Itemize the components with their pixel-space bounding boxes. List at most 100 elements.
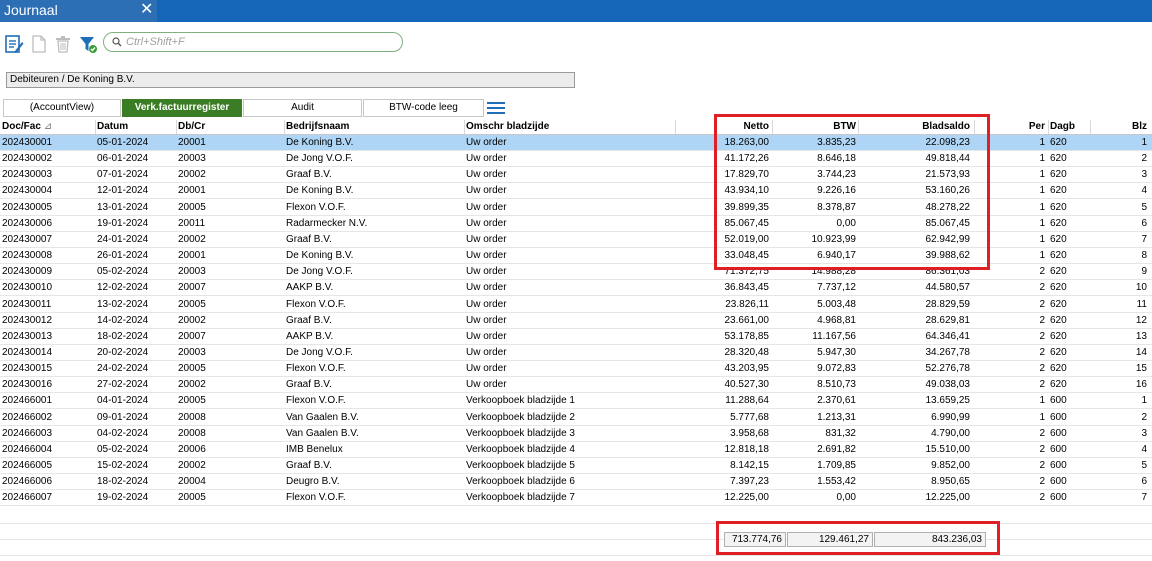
cell-blz: 4 xyxy=(1141,185,1147,197)
table-row[interactable]: 202466007 19-02-2024 20005 Flexon V.O.F. Ver… xyxy=(0,490,1152,507)
cell-blz: 6 xyxy=(1141,476,1147,488)
cell-per: 1 xyxy=(1039,217,1045,229)
search-box[interactable] xyxy=(103,32,403,52)
cell-doc: 202466002 xyxy=(2,411,53,423)
table-row[interactable]: 202466003 04-02-2024 20008 Van Gaalen B.V. V… xyxy=(0,426,1152,442)
cell-bladsaldo: 49.038,03 xyxy=(925,379,971,391)
cell-omschr: Uw order xyxy=(466,185,507,197)
cell-netto: 23.826,11 xyxy=(725,298,769,310)
cell-per: 1 xyxy=(1039,153,1045,165)
cell-btw: 0,00 xyxy=(836,492,856,504)
col-header-datum[interactable]: Datum xyxy=(97,120,128,134)
cell-blz: 1 xyxy=(1141,137,1147,148)
col-header-bedrijfsnaam[interactable]: Bedrijfsnaam xyxy=(286,120,349,134)
cell-bladsaldo: 13.659,25 xyxy=(925,395,971,407)
cell-blz: 5 xyxy=(1141,201,1147,213)
table-row[interactable]: 202466006 18-02-2024 20004 Deugro B.V. Verko… xyxy=(0,474,1152,491)
cell-omschr: Uw order xyxy=(466,217,507,229)
table-row[interactable]: 202430016 27-02-2024 20002 Graaf B.V. Uw ord… xyxy=(0,377,1152,394)
tab-accountview[interactable]: (AccountView) xyxy=(3,99,121,117)
col-header-omschr[interactable]: Omschr bladzijde xyxy=(466,120,549,134)
cell-btw: 5.947,30 xyxy=(817,346,856,358)
cell-dagb: 620 xyxy=(1050,363,1067,375)
cell-omschr: Uw order xyxy=(466,153,507,165)
cell-dbcr: 20003 xyxy=(178,153,206,165)
cell-per: 2 xyxy=(1039,379,1045,391)
cell-omschr: Uw order xyxy=(466,169,507,181)
cell-bedrijfsnaam: Flexon V.O.F. xyxy=(286,298,346,310)
column-divider xyxy=(176,120,177,134)
tab-verk-factuurregister[interactable]: Verk.factuurregister xyxy=(122,99,242,117)
cell-dbcr: 20006 xyxy=(178,443,206,455)
col-header-doc[interactable]: Doc/Fac ⊿ xyxy=(2,120,52,134)
cell-bladsaldo: 64.346,41 xyxy=(925,330,971,342)
cell-per: 2 xyxy=(1039,346,1045,358)
cell-per: 2 xyxy=(1039,266,1045,278)
cell-doc: 202430008 xyxy=(2,250,53,262)
table-row[interactable]: 202430011 13-02-2024 20005 Flexon V.O.F. Uw … xyxy=(0,297,1152,313)
cell-doc: 202466001 xyxy=(2,395,53,407)
highlight-box-values xyxy=(714,114,990,270)
cell-netto: 7.397,23 xyxy=(730,476,769,488)
cell-dbcr: 20003 xyxy=(178,266,206,278)
cell-doc: 202430009 xyxy=(2,266,53,278)
new-document-icon[interactable] xyxy=(29,34,49,54)
cell-netto: 12.818,18 xyxy=(724,443,770,455)
cell-bedrijfsnaam: Graaf B.V. xyxy=(286,460,332,471)
table-row[interactable]: 202466001 04-01-2024 20005 Flexon V.O.F. Ver… xyxy=(0,393,1152,410)
cell-dagb: 600 xyxy=(1050,443,1067,455)
cell-blz: 6 xyxy=(1141,217,1147,229)
table-row[interactable]: 202466004 05-02-2024 20006 IMB Benelux Verko… xyxy=(0,442,1152,458)
cell-datum: 04-02-2024 xyxy=(97,427,149,439)
close-icon[interactable]: ✕ xyxy=(140,1,153,19)
cell-datum: 09-01-2024 xyxy=(97,411,149,423)
cell-datum: 19-02-2024 xyxy=(97,492,149,504)
cell-doc: 202430007 xyxy=(2,233,53,245)
tab-btw-code-leeg[interactable]: BTW-code leeg xyxy=(363,99,484,117)
cell-bladsaldo: 12.225,00 xyxy=(925,492,971,504)
cell-doc: 202430002 xyxy=(2,153,53,165)
cell-datum: 26-01-2024 xyxy=(97,250,149,262)
table-row[interactable]: 202466002 09-01-2024 20008 Van Gaalen B.V. V… xyxy=(0,410,1152,426)
cell-per: 2 xyxy=(1039,492,1045,504)
cell-bedrijfsnaam: Van Gaalen B.V. xyxy=(286,427,359,439)
filter-funnel-icon[interactable] xyxy=(78,34,98,54)
col-header-per[interactable]: Per xyxy=(1000,120,1045,134)
col-header-dagb[interactable]: Dagb xyxy=(1050,120,1075,134)
table-row[interactable]: 202430014 20-02-2024 20003 De Jong V.O.F. Uw… xyxy=(0,345,1152,361)
cell-omschr: Uw order xyxy=(466,314,507,326)
cell-blz: 3 xyxy=(1141,427,1147,439)
col-header-dbcr[interactable]: Db/Cr xyxy=(178,120,205,134)
cell-dagb: 620 xyxy=(1050,314,1067,326)
cell-datum: 13-01-2024 xyxy=(97,201,149,213)
search-input[interactable] xyxy=(126,35,396,49)
cell-bedrijfsnaam: AAKP B.V. xyxy=(286,282,334,294)
cell-bedrijfsnaam: Flexon V.O.F. xyxy=(286,363,346,375)
cell-omschr: Uw order xyxy=(466,282,507,294)
table-row[interactable]: 202430013 18-02-2024 20007 AAKP B.V. Uw orde… xyxy=(0,329,1152,345)
cell-blz: 7 xyxy=(1141,492,1147,504)
tab-audit[interactable]: Audit xyxy=(243,99,362,117)
cell-datum: 18-02-2024 xyxy=(97,476,149,488)
cell-btw: 1.553,42 xyxy=(817,476,856,488)
cell-datum: 13-02-2024 xyxy=(97,298,149,310)
cell-datum: 07-01-2024 xyxy=(97,169,149,181)
table-row[interactable]: 202430010 12-02-2024 20007 AAKP B.V. Uw orde… xyxy=(0,280,1152,297)
sort-indicator-icon: ⊿ xyxy=(43,121,53,132)
table-row[interactable]: 202466005 15-02-2024 20002 Graaf B.V. Verkoo… xyxy=(0,458,1152,474)
col-header-blz[interactable]: Blz xyxy=(1090,120,1147,134)
breadcrumb: Debiteuren / De Koning B.V. xyxy=(6,72,575,88)
cell-bedrijfsnaam: De Jong V.O.F. xyxy=(286,346,353,358)
hamburger-menu-icon[interactable] xyxy=(487,101,505,115)
table-row[interactable]: 202430015 24-02-2024 20005 Flexon V.O.F. Uw … xyxy=(0,361,1152,378)
edit-document-icon[interactable] xyxy=(4,34,24,54)
cell-bedrijfsnaam: IMB Benelux xyxy=(286,443,343,455)
delete-trash-icon[interactable] xyxy=(53,34,73,54)
cell-bladsaldo: 4.790,00 xyxy=(931,427,970,439)
cell-dbcr: 20007 xyxy=(178,282,206,294)
cell-netto: 23.661,00 xyxy=(724,314,770,326)
cell-per: 1 xyxy=(1039,395,1045,407)
window-tab-journaal[interactable]: Journaal ✕ xyxy=(0,0,157,22)
table-row[interactable]: 202430012 14-02-2024 20002 Graaf B.V. Uw ord… xyxy=(0,313,1152,329)
cell-dbcr: 20005 xyxy=(178,492,206,504)
